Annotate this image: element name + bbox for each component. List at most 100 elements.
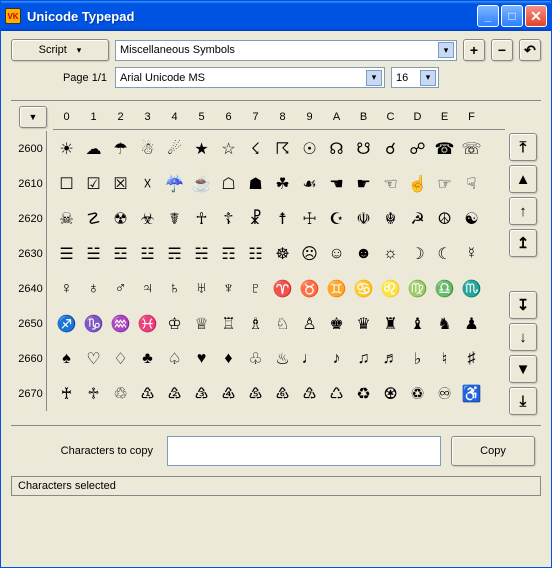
char-cell[interactable]: ☵ bbox=[188, 239, 215, 269]
char-cell[interactable]: ♟ bbox=[458, 309, 485, 339]
char-cell[interactable]: ♂ bbox=[107, 274, 134, 304]
char-cell[interactable]: ☱ bbox=[80, 239, 107, 269]
char-cell[interactable]: ☢ bbox=[107, 204, 134, 234]
char-cell[interactable]: ♋ bbox=[350, 274, 377, 304]
char-cell[interactable]: ♎ bbox=[431, 274, 458, 304]
char-cell[interactable]: ☧ bbox=[242, 204, 269, 234]
char-cell[interactable]: ☒ bbox=[107, 169, 134, 199]
char-cell[interactable]: ☷ bbox=[242, 239, 269, 269]
char-cell[interactable]: ♈ bbox=[269, 274, 296, 304]
char-cell[interactable]: ♨ bbox=[269, 344, 296, 374]
char-cell[interactable]: ♤ bbox=[161, 344, 188, 374]
char-cell[interactable]: ♄ bbox=[161, 274, 188, 304]
char-cell[interactable]: ♾ bbox=[431, 379, 458, 409]
char-cell[interactable]: ♿ bbox=[458, 379, 485, 409]
char-cell[interactable]: ♭ bbox=[404, 344, 431, 374]
char-cell[interactable]: ♢ bbox=[107, 344, 134, 374]
char-cell[interactable]: ☌ bbox=[377, 134, 404, 164]
char-cell[interactable]: ☛ bbox=[350, 169, 377, 199]
char-cell[interactable]: ☎ bbox=[431, 134, 458, 164]
char-cell[interactable]: ♫ bbox=[350, 344, 377, 374]
titlebar[interactable]: VK Unicode Typepad _ □ ✕ bbox=[1, 1, 551, 31]
char-cell[interactable]: ☫ bbox=[350, 204, 377, 234]
char-cell[interactable]: ♊ bbox=[323, 274, 350, 304]
char-cell[interactable]: ☘ bbox=[269, 169, 296, 199]
char-cell[interactable]: ☮ bbox=[431, 204, 458, 234]
maximize-button[interactable]: □ bbox=[501, 5, 523, 27]
char-cell[interactable]: ☗ bbox=[242, 169, 269, 199]
char-cell[interactable]: ♀ bbox=[53, 274, 80, 304]
zoom-in-button[interactable]: + bbox=[463, 39, 485, 61]
char-cell[interactable]: ☁ bbox=[80, 134, 107, 164]
chevron-down-icon[interactable]: ▾ bbox=[366, 70, 382, 86]
scroll-up-button[interactable]: ↑ bbox=[509, 197, 537, 225]
char-cell[interactable]: ☭ bbox=[404, 204, 431, 234]
char-cell[interactable]: ♠ bbox=[53, 344, 80, 374]
char-cell[interactable]: ♝ bbox=[404, 309, 431, 339]
char-cell[interactable]: ☪ bbox=[323, 204, 350, 234]
char-cell[interactable]: ♴ bbox=[161, 379, 188, 409]
char-cell[interactable]: ♜ bbox=[377, 309, 404, 339]
scroll-stepup-button[interactable]: ↥ bbox=[509, 229, 537, 257]
char-cell[interactable]: ♳ bbox=[134, 379, 161, 409]
char-cell[interactable]: ☴ bbox=[161, 239, 188, 269]
char-cell[interactable]: ★ bbox=[188, 134, 215, 164]
char-cell[interactable]: ♇ bbox=[242, 274, 269, 304]
char-cell[interactable]: ♃ bbox=[134, 274, 161, 304]
undo-button[interactable]: ↶ bbox=[519, 39, 541, 61]
char-cell[interactable]: ♹ bbox=[296, 379, 323, 409]
char-cell[interactable]: ♪ bbox=[323, 344, 350, 374]
char-cell[interactable]: ☳ bbox=[134, 239, 161, 269]
char-cell[interactable]: ☋ bbox=[350, 134, 377, 164]
char-cell[interactable]: ♛ bbox=[350, 309, 377, 339]
char-cell[interactable]: ☲ bbox=[107, 239, 134, 269]
char-cell[interactable]: ☡ bbox=[80, 204, 107, 234]
char-cell[interactable]: ♉ bbox=[296, 274, 323, 304]
char-cell[interactable]: ♷ bbox=[242, 379, 269, 409]
char-cell[interactable]: ♏ bbox=[458, 274, 485, 304]
char-cell[interactable]: ☏ bbox=[458, 134, 485, 164]
close-button[interactable]: ✕ bbox=[525, 5, 547, 27]
char-cell[interactable]: ☉ bbox=[296, 134, 323, 164]
char-cell[interactable]: ☄ bbox=[161, 134, 188, 164]
char-cell[interactable]: ☼ bbox=[377, 239, 404, 269]
char-cell[interactable]: ♡ bbox=[80, 344, 107, 374]
minimize-button[interactable]: _ bbox=[477, 5, 499, 27]
char-cell[interactable]: ♣ bbox=[134, 344, 161, 374]
char-cell[interactable]: ☟ bbox=[458, 169, 485, 199]
char-cell[interactable]: ☊ bbox=[323, 134, 350, 164]
char-cell[interactable]: ☾ bbox=[431, 239, 458, 269]
char-cell[interactable]: ☕ bbox=[188, 169, 215, 199]
char-cell[interactable]: ☑ bbox=[80, 169, 107, 199]
char-cell[interactable]: ♔ bbox=[161, 309, 188, 339]
char-cell[interactable]: ♒ bbox=[107, 309, 134, 339]
char-cell[interactable]: ♚ bbox=[323, 309, 350, 339]
char-cell[interactable]: ♦ bbox=[215, 344, 242, 374]
char-cell[interactable]: ☺ bbox=[323, 239, 350, 269]
char-cell[interactable]: ☩ bbox=[296, 204, 323, 234]
char-cell[interactable]: ♻ bbox=[350, 379, 377, 409]
char-cell[interactable]: ☽ bbox=[404, 239, 431, 269]
char-cell[interactable]: ☯ bbox=[458, 204, 485, 234]
char-cell[interactable]: ☿ bbox=[458, 239, 485, 269]
size-combo[interactable]: 16 ▾ bbox=[391, 67, 439, 88]
char-cell[interactable]: ♥ bbox=[188, 344, 215, 374]
char-cell[interactable]: ☨ bbox=[269, 204, 296, 234]
char-cell[interactable]: ♁ bbox=[80, 274, 107, 304]
char-cell[interactable]: ♽ bbox=[404, 379, 431, 409]
char-cell[interactable]: ☂ bbox=[107, 134, 134, 164]
scroll-pageup-button[interactable]: ▲ bbox=[509, 165, 537, 193]
char-cell[interactable]: ♯ bbox=[458, 344, 485, 374]
script-button[interactable]: Script bbox=[11, 39, 109, 61]
char-cell[interactable]: ☖ bbox=[215, 169, 242, 199]
char-cell[interactable]: ♕ bbox=[188, 309, 215, 339]
scroll-pagedown-button[interactable]: ▼ bbox=[509, 355, 537, 383]
char-cell[interactable]: ♐ bbox=[53, 309, 80, 339]
char-cell[interactable]: ♶ bbox=[215, 379, 242, 409]
char-cell[interactable]: ♙ bbox=[296, 309, 323, 339]
chevron-down-icon[interactable]: ▾ bbox=[420, 70, 436, 86]
char-cell[interactable]: ♱ bbox=[80, 379, 107, 409]
char-cell[interactable]: ♑ bbox=[80, 309, 107, 339]
char-cell[interactable]: ♅ bbox=[188, 274, 215, 304]
char-cell[interactable]: ♌ bbox=[377, 274, 404, 304]
